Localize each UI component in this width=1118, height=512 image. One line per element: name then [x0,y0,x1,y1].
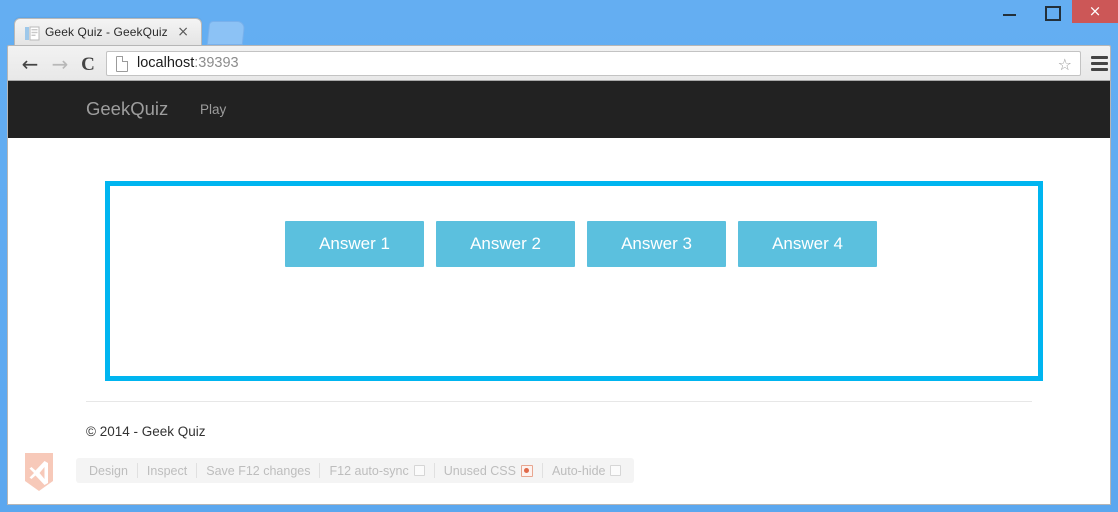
auto-hide-checkbox-icon[interactable] [610,465,622,476]
browser-link-auto-hide-label: Auto-hide [551,463,606,478]
browser-link-save-f12-changes-button[interactable]: Save F12 changes [197,458,319,483]
f12-auto-sync-checkbox-icon[interactable] [413,465,425,476]
copyright-text: © 2014 - Geek Quiz [86,424,206,439]
answer-button-1[interactable]: Answer 1 [285,221,424,267]
quiz-highlight-box: Answer 1 Answer 2 Answer 3 Answer 4 [105,181,1043,381]
new-tab-button[interactable] [206,21,246,45]
address-bar[interactable]: localhost:39393 ☆ [106,51,1081,76]
browser-link-toolbar: Design Inspect Save F12 changes F12 auto… [76,458,635,483]
url-port: :39393 [194,55,239,71]
footer-divider [86,401,1032,402]
site-navbar: GeekQuiz Play [8,81,1110,138]
url-host: localhost [137,55,195,71]
url-text: localhost:39393 [137,55,239,71]
nav-item-play[interactable]: Play [200,102,226,117]
answer-button-2[interactable]: Answer 2 [436,221,575,267]
browser-link-f12-auto-sync-toggle[interactable]: F12 auto-sync [320,458,433,483]
browser-link-inspect-label: Inspect [146,463,188,478]
visual-studio-logo-icon [25,453,53,491]
maximize-button[interactable] [1031,0,1072,23]
hamburger-menu-icon[interactable] [1091,56,1108,71]
tab-title: Geek Quiz - GeekQuiz [45,25,168,39]
answer-button-group: Answer 1 Answer 2 Answer 3 Answer 4 [285,221,877,267]
browser-toolbar: ← → C localhost:39393 ☆ [7,45,1111,81]
browser-link-f12-auto-sync-label: F12 auto-sync [329,463,409,478]
close-button[interactable]: × [1072,0,1118,23]
site-brand-link[interactable]: GeekQuiz [86,98,168,120]
browser-link-bar: Design Inspect Save F12 changes F12 auto… [21,449,635,495]
answer-button-3[interactable]: Answer 3 [587,221,726,267]
browser-link-unused-css-label: Unused CSS [443,463,516,478]
page-favicon-icon [25,26,40,41]
browser-link-auto-hide-toggle[interactable]: Auto-hide [543,458,631,483]
browser-link-inspect-button[interactable]: Inspect [138,458,196,483]
answer-button-4[interactable]: Answer 4 [738,221,877,267]
forward-arrow-icon[interactable]: → [48,52,72,76]
browser-window: × Geek Quiz - GeekQuiz × ← → C localhost… [0,0,1118,512]
browser-link-design-label: Design [89,463,128,478]
browser-link-unused-css-toggle[interactable]: Unused CSS [435,458,542,483]
tab-close-icon[interactable]: × [177,24,189,41]
minimize-button[interactable] [990,0,1031,23]
bookmark-star-icon[interactable]: ☆ [1058,55,1072,74]
page-document-icon [116,56,128,72]
page-viewport: GeekQuiz Play Answer 1 Answer 2 Answer 3… [7,81,1111,505]
browser-tab-geek-quiz[interactable]: Geek Quiz - GeekQuiz × [14,18,202,47]
browser-link-design-button[interactable]: Design [80,458,137,483]
window-controls: × [990,0,1118,23]
reload-icon[interactable]: C [76,52,100,76]
back-arrow-icon[interactable]: ← [18,52,42,76]
unused-css-record-icon[interactable] [520,464,533,477]
browser-link-save-label: Save F12 changes [206,463,311,478]
